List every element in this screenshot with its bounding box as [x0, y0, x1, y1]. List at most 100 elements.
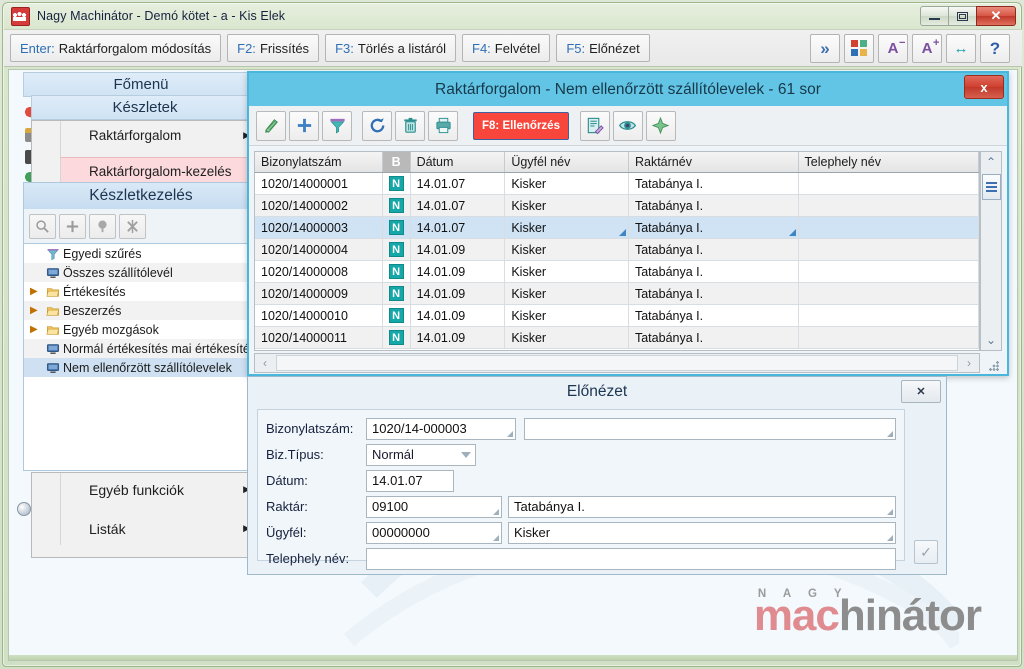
input-ugyfel-name[interactable]: Kisker — [508, 522, 896, 544]
font-decrease-button[interactable]: A− — [878, 34, 908, 63]
cell-bizonylatszam: 1020/14000003 — [255, 217, 383, 238]
filter-funnel-button[interactable] — [322, 111, 352, 141]
scroll-up-button[interactable]: ⌃ — [981, 152, 1001, 172]
clear-filter-button[interactable] — [119, 214, 146, 239]
grid-header-telephely-nev[interactable]: Telephely név — [799, 152, 980, 172]
cell-b: N — [383, 261, 411, 282]
grid-horizontal-scrollbar[interactable]: ‹ › — [254, 353, 980, 373]
color-grid-button[interactable] — [844, 34, 874, 63]
grid-header-datum[interactable]: Dátum — [411, 152, 506, 172]
tree-expander[interactable]: ▶ — [30, 286, 43, 297]
tree-expander[interactable]: ▶ — [30, 324, 43, 335]
tree-item-normal-ertekesites[interactable]: Normál értékesítés mai értékesítés — [24, 339, 258, 358]
dialog-close-button[interactable]: x — [964, 75, 1004, 99]
input-bizonylatszam[interactable]: 1020/14-000003 — [366, 418, 516, 440]
hscroll-track[interactable] — [276, 355, 958, 371]
minimize-button[interactable] — [920, 6, 949, 26]
scroll-left-button[interactable]: ‹ — [255, 354, 275, 372]
edit-pencil-button[interactable] — [256, 111, 286, 141]
grid-header-raktarnev[interactable]: Raktárnév — [629, 152, 799, 172]
grid-header-b[interactable]: B — [383, 152, 411, 172]
input-datum[interactable]: 14.01.07 — [366, 470, 454, 492]
tree-item-ertekesites[interactable]: ▶ Értékesítés — [24, 282, 258, 301]
input-raktar-name[interactable]: Tatabánya I. — [508, 496, 896, 518]
table-row[interactable]: 1020/14000002 N 14.01.07 Kisker Tatabány… — [255, 195, 979, 217]
tree-expander[interactable]: ▶ — [30, 305, 43, 316]
input-telephely[interactable] — [366, 548, 896, 570]
close-button[interactable]: ✕ — [976, 6, 1016, 26]
preview-title: Előnézet — [567, 383, 627, 401]
cell-raktar: Tatabánya I. — [629, 173, 799, 194]
cell-raktar: Tatabánya I. — [629, 283, 799, 304]
search-button[interactable] — [29, 214, 56, 239]
maximize-button[interactable] — [948, 6, 977, 26]
tree-item-osszes-szallitolevel[interactable]: Összes szállítólevél — [24, 263, 258, 282]
table-row[interactable]: 1020/14000001 N 14.01.07 Kisker Tatabány… — [255, 173, 979, 195]
help-button[interactable]: ? — [980, 34, 1010, 63]
fkey-f4[interactable]: F4: Felvétel — [462, 34, 550, 62]
fkey-f4-label: Felvétel — [495, 41, 541, 56]
fkey-f5[interactable]: F5: Előnézet — [556, 34, 649, 62]
input-ugyfel-code[interactable]: 00000000 — [366, 522, 502, 544]
fkey-f2[interactable]: F2: Frissítés — [227, 34, 319, 62]
table-row[interactable]: 1020/14000003 N 14.01.07 Kisker Tatabány… — [255, 217, 979, 239]
grid-header-bizonylatszam[interactable]: Bizonylatszám — [255, 152, 383, 172]
menu-item-raktarforgalom[interactable]: Raktárforgalom ▶ — [60, 121, 258, 150]
fkey-f3[interactable]: F3: Törlés a listáról — [325, 34, 456, 62]
grid-vertical-scrollbar[interactable]: ⌃ ⌄ — [980, 151, 1002, 351]
table-row[interactable]: 1020/14000011 N 14.01.09 Kisker Tatabány… — [255, 327, 979, 349]
cell-raktar: Tatabánya I. — [629, 261, 799, 282]
dialog-toolbar: F8: Ellenőrzés — [249, 106, 1007, 146]
table-row[interactable]: 1020/14000010 N 14.01.09 Kisker Tatabány… — [255, 305, 979, 327]
stock-tree[interactable]: Egyedi szűrés Összes szállítólevél ▶ — [23, 243, 259, 471]
tree-button[interactable] — [89, 214, 116, 239]
report-edit-button[interactable] — [580, 111, 610, 141]
print-button[interactable] — [428, 111, 458, 141]
title-bar: Nagy Machinátor - Demó kötet - a - Kis E… — [3, 3, 1021, 29]
pin-icon — [651, 116, 670, 135]
menu-item-egyeb-funkciok-label: Egyéb funkciók — [89, 482, 184, 498]
cell-bizonylatszam: 1020/14000011 — [255, 327, 383, 348]
input-bizonylatszam-extra[interactable] — [524, 418, 896, 440]
delete-trash-button[interactable] — [395, 111, 425, 141]
cell-bizonylatszam: 1020/14000008 — [255, 261, 383, 282]
expand-chevrons-button[interactable]: » — [810, 34, 840, 63]
tree-item-egyeb-mozgasok[interactable]: ▶ Egyéb mozgások — [24, 320, 258, 339]
dialog-title: Raktárforgalom - Nem ellenőrzött szállít… — [435, 81, 821, 99]
fkey-f2-key: F2: — [237, 41, 256, 56]
tree-item-beszerzes[interactable]: ▶ Beszerzés — [24, 301, 258, 320]
status-badge: N — [389, 220, 404, 235]
resize-grip-icon[interactable] — [989, 361, 999, 371]
scroll-down-button[interactable]: ⌄ — [981, 330, 1001, 350]
fit-width-button[interactable]: ↔ — [946, 34, 976, 63]
status-badge: N — [389, 176, 404, 191]
grid-header-ugyfel-nev[interactable]: Ügyfél név — [505, 152, 629, 172]
confirm-button[interactable]: ✓ — [914, 540, 938, 564]
input-raktar-code[interactable]: 09100 — [366, 496, 502, 518]
add-plus-icon — [295, 116, 314, 135]
scroll-thumb[interactable] — [982, 174, 1001, 200]
table-row[interactable]: 1020/14000004 N 14.01.09 Kisker Tatabány… — [255, 239, 979, 261]
panel-collapse-handle[interactable] — [17, 502, 31, 516]
cell-bizonylatszam: 1020/14000001 — [255, 173, 383, 194]
tree-item-nem-ellenorzott-szallitolevelek[interactable]: Nem ellenőrzött szállítólevelek — [24, 358, 258, 377]
cell-b: N — [383, 327, 411, 348]
table-row[interactable]: 1020/14000008 N 14.01.09 Kisker Tatabány… — [255, 261, 979, 283]
tree-item-egyedi-szures[interactable]: Egyedi szűrés — [24, 244, 258, 263]
fkey-enter[interactable]: Enter: Raktárforgalom módosítás — [10, 34, 221, 62]
menu-item-listak[interactable]: Listák ▶ — [60, 512, 258, 545]
preview-eye-button[interactable] — [613, 111, 643, 141]
cell-datum: 14.01.09 — [411, 283, 506, 304]
preview-close-button[interactable]: ✕ — [901, 380, 941, 403]
select-biztipus[interactable]: Normál — [366, 444, 476, 466]
add-plus-button[interactable] — [289, 111, 319, 141]
menu-item-egyeb-funkciok[interactable]: Egyéb funkciók ▶ — [60, 473, 258, 506]
grid-body[interactable]: 1020/14000001 N 14.01.07 Kisker Tatabány… — [254, 173, 980, 351]
pin-button[interactable] — [646, 111, 676, 141]
scroll-right-button[interactable]: › — [959, 354, 979, 372]
check-f8-button[interactable]: F8: Ellenőrzés — [473, 112, 569, 140]
refresh-button[interactable] — [362, 111, 392, 141]
font-increase-button[interactable]: A+ — [912, 34, 942, 63]
table-row[interactable]: 1020/14000009 N 14.01.09 Kisker Tatabány… — [255, 283, 979, 305]
add-button[interactable] — [59, 214, 86, 239]
